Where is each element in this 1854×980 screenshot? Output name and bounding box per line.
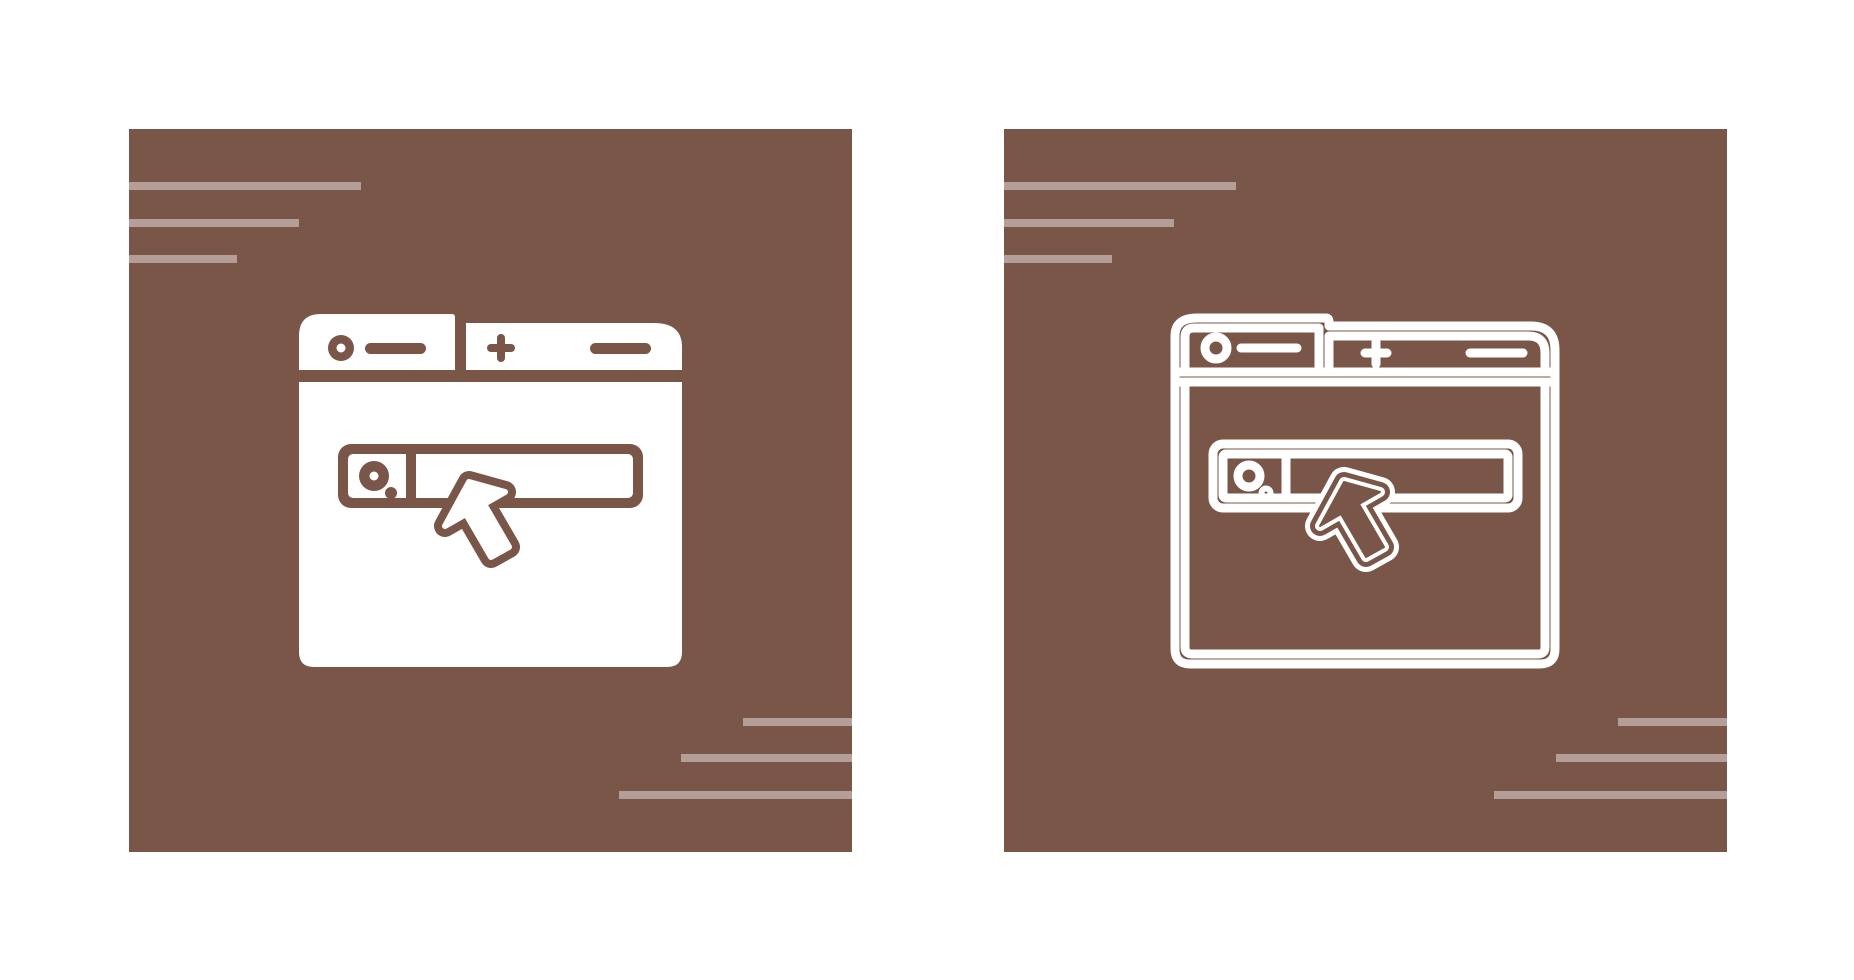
browser-tab-left: [299, 314, 455, 370]
icon-tile-glyph: [129, 129, 852, 852]
browser-search-cursor-icon-line: [1004, 129, 1727, 852]
search-bar-divider: [406, 452, 416, 500]
icon-tile-line: [1004, 129, 1727, 852]
browser-search-cursor-icon-glyph: [129, 129, 852, 852]
tab-title-bar: [590, 343, 651, 354]
tab-title-bar: [365, 343, 426, 354]
